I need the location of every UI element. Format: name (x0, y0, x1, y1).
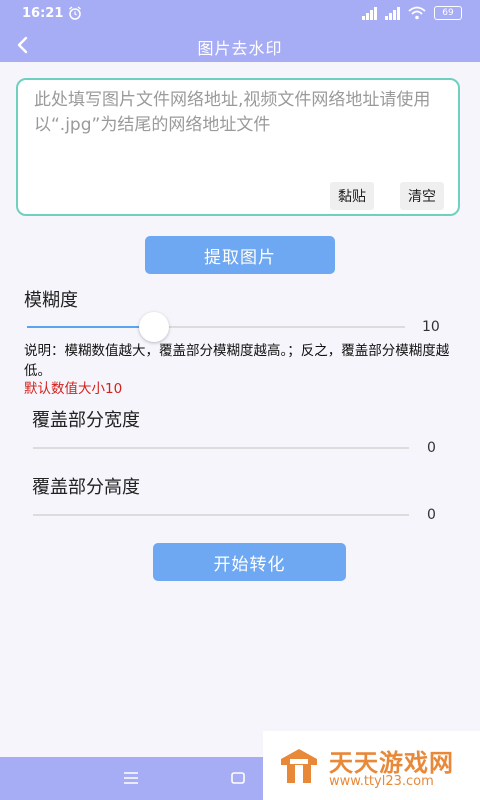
clear-button[interactable]: 清空 (400, 182, 444, 210)
cover-height-value: 0 (427, 507, 436, 523)
blur-slider-fill (27, 326, 140, 328)
battery-icon: 69 (434, 6, 462, 20)
status-time: 16:21 (22, 6, 64, 21)
site-logo-icon (281, 749, 317, 783)
cover-width-label: 覆盖部分宽度 (32, 410, 140, 431)
cover-width-slider[interactable] (33, 447, 409, 449)
watermark-title: 天天游戏网 (329, 749, 454, 777)
page-title: 图片去水印 (197, 39, 283, 58)
extract-image-button[interactable]: 提取图片 (145, 236, 335, 274)
blur-default-note: 默认数值大小10 (24, 381, 123, 397)
signal-icon-2 (385, 6, 400, 20)
app-header: 图片去水印 (0, 28, 480, 62)
status-bar: 16:21 69 (0, 0, 480, 28)
start-convert-button[interactable]: 开始转化 (153, 543, 346, 581)
blur-slider-thumb[interactable] (139, 312, 169, 342)
home-icon[interactable] (230, 770, 246, 786)
blur-value: 10 (422, 319, 440, 335)
signal-icon (362, 6, 377, 20)
blur-description: 说明：模糊数值越大，覆盖部分模糊度越高。；反之，覆盖部分模糊度越低。 (24, 343, 450, 379)
paste-button[interactable]: 黏贴 (330, 182, 374, 210)
blur-label: 模糊度 (24, 290, 78, 311)
alarm-icon (69, 6, 81, 20)
status-icons: 69 (362, 6, 462, 20)
watermark-url: www.ttyl23.com (329, 774, 434, 789)
url-input[interactable] (32, 86, 446, 180)
cover-height-label: 覆盖部分高度 (32, 477, 140, 498)
site-watermark: 天天游戏网 www.ttyl23.com (263, 731, 480, 800)
blur-slider[interactable] (27, 326, 405, 328)
cover-width-value: 0 (427, 440, 436, 456)
cover-height-slider[interactable] (33, 514, 409, 516)
url-input-box (16, 78, 460, 216)
menu-icon[interactable] (122, 770, 140, 786)
wifi-icon (408, 6, 426, 20)
